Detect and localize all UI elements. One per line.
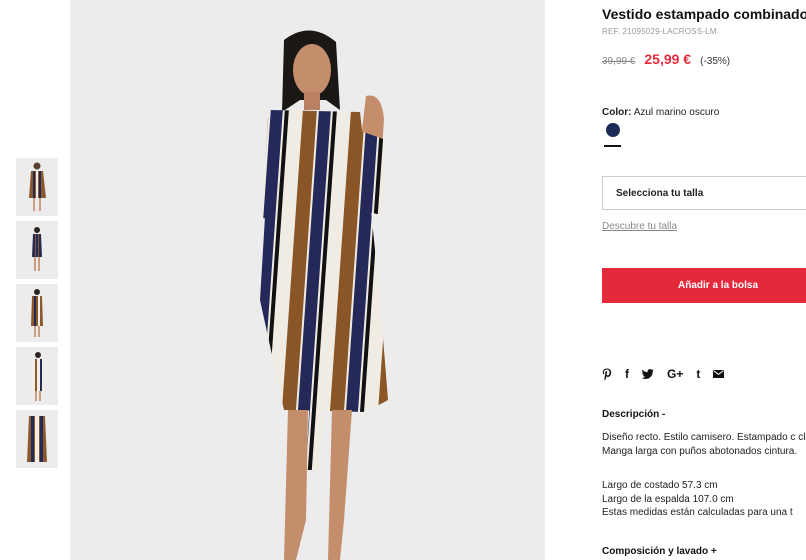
thumbnail-3[interactable] — [16, 284, 58, 342]
tumblr-icon[interactable]: t — [696, 367, 700, 381]
description-text: Diseño recto. Estilo camisero. Estampado… — [602, 432, 806, 457]
selected-swatch-indicator — [604, 145, 621, 147]
dress-thumbnail-image — [16, 347, 58, 405]
main-product-image[interactable] — [70, 0, 545, 560]
measurement-line: Largo de la espalda 107.0 cm — [602, 493, 734, 505]
sale-price: 25,99 € — [644, 51, 692, 67]
product-ref: REF. 21095029-LACROSS-LM — [602, 27, 717, 36]
color-label-row: Color: Azul marino oscuro — [602, 107, 719, 118]
size-guide-link[interactable]: Descubre tu talla — [602, 221, 677, 232]
email-icon[interactable] — [713, 370, 725, 378]
product-info: Vestido estampado combinado REF. 2109502… — [602, 0, 806, 560]
dress-thumbnail-image — [16, 158, 58, 216]
old-price: 39,99 € — [602, 56, 636, 67]
measurement-note: Estas medidas están calculadas para una … — [602, 507, 793, 518]
composition-toggle[interactable]: Composición y lavado + — [602, 546, 717, 557]
share-icons: f G+ t — [602, 367, 737, 381]
thumbnail-strip — [16, 158, 58, 473]
description-toggle[interactable]: Descripción - — [602, 409, 665, 420]
twitter-icon[interactable] — [642, 369, 654, 379]
discount-badge: (-35%) — [700, 56, 731, 67]
color-label: Color: — [602, 107, 632, 118]
thumbnail-2[interactable] — [16, 221, 58, 279]
thumbnail-1[interactable] — [16, 158, 58, 216]
google-plus-icon[interactable]: G+ — [667, 367, 683, 381]
facebook-icon[interactable]: f — [625, 367, 629, 381]
model-photo — [70, 0, 545, 560]
thumbnail-5[interactable] — [16, 410, 58, 468]
add-to-bag-label: Añadir a la bolsa — [678, 280, 759, 291]
color-swatch-navy[interactable] — [606, 123, 620, 137]
size-select-label: Selecciona tu talla — [616, 187, 704, 199]
add-to-bag-button[interactable]: Añadir a la bolsa — [602, 268, 806, 303]
price-row: 39,99 € 25,99 € (-35%) — [602, 51, 730, 67]
thumbnail-4[interactable] — [16, 347, 58, 405]
product-title: Vestido estampado combinado — [602, 6, 806, 22]
size-select[interactable]: Selecciona tu talla — [602, 176, 806, 210]
measurements: Largo de costado 57.3 cm Largo de la esp… — [602, 479, 806, 520]
dress-thumbnail-image — [16, 284, 58, 342]
dress-thumbnail-image — [16, 221, 58, 279]
color-value: Azul marino oscuro — [633, 107, 720, 118]
pinterest-icon[interactable] — [602, 368, 612, 381]
dress-thumbnail-image — [16, 410, 58, 468]
measurement-line: Largo de costado 57.3 cm — [602, 480, 718, 491]
